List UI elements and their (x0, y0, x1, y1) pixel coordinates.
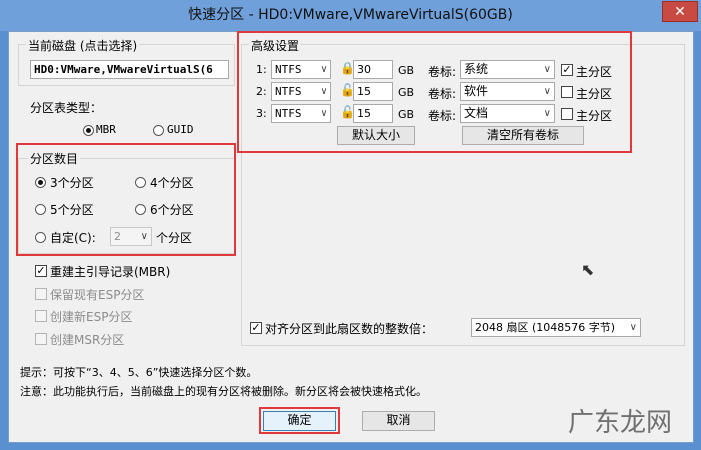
disk-selector[interactable]: HD0:VMware,VMwareVirtualS(6 (30, 60, 229, 79)
row2-num: 2: (256, 85, 267, 98)
row1-primary-label: 主分区 (576, 65, 613, 79)
create-esp-checkbox[interactable] (35, 310, 47, 322)
row1-gb: GB (398, 64, 415, 77)
create-esp-label: 创建新ESP分区 (50, 310, 133, 324)
row2-gb: GB (398, 86, 415, 99)
chevron-down-icon: ∨ (629, 322, 637, 333)
count-6-radio[interactable] (135, 204, 146, 215)
clear-labels-button[interactable]: 清空所有卷标 (462, 126, 584, 145)
row3-volume-value: 文档 (464, 106, 489, 120)
chevron-down-icon: ∨ (140, 231, 148, 242)
row2-primary-checkbox[interactable] (561, 86, 573, 98)
row3-fs-value: NTFS (275, 107, 302, 120)
row1-volume-value: 系统 (464, 62, 489, 76)
row3-gb: GB (398, 108, 415, 121)
table-type-label: 分区表类型： (30, 101, 103, 115)
align-label: 对齐分区到此扇区数的整数倍： (265, 322, 434, 336)
row1-fs-value: NTFS (275, 63, 302, 76)
window-title: 快速分区 - HD0:VMware,VMwareVirtualS(60GB) (188, 7, 513, 23)
count-group-label: 分区数目 (28, 150, 81, 167)
count-6-label: 6个分区 (150, 203, 194, 217)
mouse-cursor-icon: ⬉ (581, 260, 595, 279)
row3-size-input[interactable]: 15 (353, 104, 393, 123)
custom-count-suffix: 个分区 (156, 231, 193, 245)
chevron-down-icon: ∨ (320, 108, 327, 119)
create-msr-label: 创建MSR分区 (50, 333, 125, 347)
advanced-label: 高级设置 (249, 37, 302, 54)
disk-group-label: 当前磁盘 (点击选择) (26, 37, 140, 54)
count-custom-radio[interactable] (35, 232, 46, 243)
mbr-label: MBR (96, 123, 116, 136)
cancel-button[interactable]: 取消 (362, 411, 435, 431)
row2-fs-value: NTFS (275, 85, 302, 98)
row1-label-caption: 卷标: (428, 65, 457, 79)
count-4-radio[interactable] (135, 177, 146, 188)
ok-button[interactable]: 确定 (263, 411, 336, 431)
note-text: 注意：此功能执行后，当前磁盘上的现有分区将被删除。新分区将会被快速格式化。 (20, 385, 427, 398)
count-5-label: 5个分区 (50, 203, 94, 217)
row3-fs-select[interactable]: NTFS ∨ (271, 104, 331, 123)
guid-label: GUID (167, 123, 194, 136)
rebuild-mbr-checkbox[interactable]: ✓ (35, 265, 47, 277)
row3-primary-checkbox[interactable] (561, 108, 573, 120)
row2-label-caption: 卷标: (428, 87, 457, 101)
row3-primary-label: 主分区 (576, 109, 613, 123)
chevron-down-icon: ∨ (543, 64, 551, 75)
row3-label-caption: 卷标: (428, 109, 457, 123)
close-button[interactable]: ✕ (662, 1, 698, 22)
row1-volume-select[interactable]: 系统 ∨ (460, 60, 555, 79)
count-3-label: 3个分区 (50, 176, 94, 190)
row2-volume-value: 软件 (464, 84, 489, 98)
default-size-button[interactable]: 默认大小 (337, 126, 415, 145)
keep-esp-label: 保留现有ESP分区 (50, 288, 145, 302)
row1-fs-select[interactable]: NTFS ∨ (271, 60, 331, 79)
chevron-down-icon: ∨ (320, 64, 327, 75)
row1-num: 1: (256, 63, 267, 76)
row2-fs-select[interactable]: NTFS ∨ (271, 82, 331, 101)
count-3-radio[interactable] (35, 177, 46, 188)
row3-volume-select[interactable]: 文档 ∨ (460, 104, 555, 123)
mbr-radio[interactable] (83, 125, 94, 136)
align-value: 2048 扇区 (1048576 字节) (475, 321, 616, 334)
row3-num: 3: (256, 107, 267, 120)
guid-radio[interactable] (153, 125, 164, 136)
chevron-down-icon: ∨ (543, 86, 551, 97)
create-msr-checkbox[interactable] (35, 333, 47, 345)
align-select[interactable]: 2048 扇区 (1048576 字节) ∨ (471, 318, 641, 337)
rebuild-mbr-label: 重建主引导记录(MBR) (50, 265, 171, 279)
count-5-radio[interactable] (35, 204, 46, 215)
row2-size-input[interactable]: 15 (353, 82, 393, 101)
count-4-label: 4个分区 (150, 176, 194, 190)
align-checkbox[interactable]: ✓ (250, 322, 262, 334)
custom-count-select[interactable]: 2 ∨ (110, 227, 152, 246)
row2-primary-label: 主分区 (576, 87, 613, 101)
row1-primary-checkbox[interactable]: ✓ (561, 64, 573, 76)
tip-text: 提示：可按下“3、4、5、6”快速选择分区个数。 (20, 366, 258, 379)
chevron-down-icon: ∨ (543, 108, 551, 119)
chevron-down-icon: ∨ (320, 86, 327, 97)
custom-count-value: 2 (114, 230, 121, 243)
row1-size-input[interactable]: 30 (353, 60, 393, 79)
watermark: 广东龙网 (568, 408, 673, 438)
count-custom-label: 自定(C): (50, 231, 96, 245)
row2-volume-select[interactable]: 软件 ∨ (460, 82, 555, 101)
keep-esp-checkbox[interactable] (35, 288, 47, 300)
